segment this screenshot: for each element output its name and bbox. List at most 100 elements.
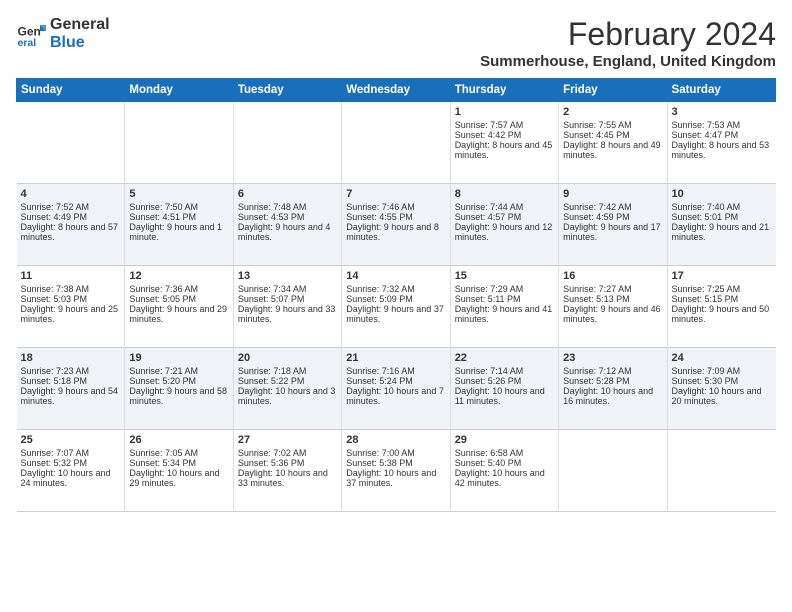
logo-line2: Blue [50,34,110,52]
calendar-cell: 3Sunrise: 7:53 AMSunset: 4:47 PMDaylight… [667,102,775,184]
daylight-text: Daylight: 9 hours and 54 minutes. [21,386,121,406]
sunrise-text: Sunrise: 7:40 AM [672,202,772,212]
day-number: 8 [455,188,554,200]
day-number: 16 [563,270,662,282]
sunrise-text: Sunrise: 7:14 AM [455,366,554,376]
day-number: 27 [238,434,337,446]
sunrise-text: Sunrise: 7:05 AM [129,448,228,458]
daylight-text: Daylight: 9 hours and 46 minutes. [563,304,662,324]
day-number: 11 [21,270,121,282]
day-number: 24 [672,352,772,364]
calendar-cell: 15Sunrise: 7:29 AMSunset: 5:11 PMDayligh… [450,266,558,348]
sunrise-text: Sunrise: 7:46 AM [346,202,445,212]
day-number: 18 [21,352,121,364]
day-number: 25 [21,434,121,446]
day-number: 13 [238,270,337,282]
sunset-text: Sunset: 4:53 PM [238,212,337,222]
day-number: 21 [346,352,445,364]
calendar-cell: 22Sunrise: 7:14 AMSunset: 5:26 PMDayligh… [450,348,558,430]
sunrise-text: Sunrise: 7:02 AM [238,448,337,458]
day-number: 5 [129,188,228,200]
daylight-text: Daylight: 8 hours and 53 minutes. [672,140,772,160]
calendar-cell [233,102,341,184]
calendar-cell: 13Sunrise: 7:34 AMSunset: 5:07 PMDayligh… [233,266,341,348]
calendar-cell: 2Sunrise: 7:55 AMSunset: 4:45 PMDaylight… [559,102,667,184]
sunrise-text: Sunrise: 7:07 AM [21,448,121,458]
calendar-cell: 8Sunrise: 7:44 AMSunset: 4:57 PMDaylight… [450,184,558,266]
sunset-text: Sunset: 4:47 PM [672,130,772,140]
sunset-text: Sunset: 5:28 PM [563,376,662,386]
calendar-cell: 4 Sunrise: 7:52 AMSunset: 4:49 PMDaylight… [17,184,125,266]
sunset-text: Sunset: 4:45 PM [563,130,662,140]
sunrise-text: Sunrise: 6:58 AM [455,448,554,458]
day-number: 23 [563,352,662,364]
daylight-text: Daylight: 9 hours and 58 minutes. [129,386,228,406]
daylight-text: Daylight: 9 hours and 29 minutes. [129,304,228,324]
sunset-text: Sunset: 5:18 PM [21,376,121,386]
sunrise-text: Sunrise: 7:00 AM [346,448,445,458]
sunset-text: Sunset: 5:13 PM [563,294,662,304]
calendar-cell: 18Sunrise: 7:23 AMSunset: 5:18 PMDayligh… [17,348,125,430]
sunset-text: Sunset: 4:59 PM [563,212,662,222]
daylight-text: Daylight: 9 hours and 25 minutes. [21,304,121,324]
daylight-text: Daylight: 10 hours and 29 minutes. [129,468,228,488]
calendar-cell: 20Sunrise: 7:18 AMSunset: 5:22 PMDayligh… [233,348,341,430]
daylight-text: Daylight: 10 hours and 20 minutes. [672,386,772,406]
sunset-text: Sunset: 4:55 PM [346,212,445,222]
sunset-text: Sunset: 5:03 PM [21,294,121,304]
calendar-cell: 21Sunrise: 7:16 AMSunset: 5:24 PMDayligh… [342,348,450,430]
main-title: February 2024 [480,16,776,53]
calendar-cell: 5Sunrise: 7:50 AMSunset: 4:51 PMDaylight… [125,184,233,266]
calendar-cell [17,102,125,184]
daylight-text: Daylight: 10 hours and 16 minutes. [563,386,662,406]
calendar-cell: 11Sunrise: 7:38 AMSunset: 5:03 PMDayligh… [17,266,125,348]
sunrise-text: Sunrise: 7:21 AM [129,366,228,376]
sunset-text: Sunset: 5:05 PM [129,294,228,304]
day-number: 6 [238,188,337,200]
daylight-text: Daylight: 8 hours and 45 minutes. [455,140,554,160]
sunrise-text: Sunrise: 7:53 AM [672,120,772,130]
calendar-cell: 1Sunrise: 7:57 AMSunset: 4:42 PMDaylight… [450,102,558,184]
day-number: 1 [455,106,554,118]
week-row-2: 4Sunrise: 7:52 AMSunset: 4:49 PMDaylight… [17,184,776,266]
sunrise-text: Sunrise: 7:52 AM [21,202,121,212]
sunset-text: Sunset: 5:26 PM [455,376,554,386]
daylight-text: Daylight: 9 hours and 8 minutes. [346,222,445,242]
sunset-text: Sunset: 5:38 PM [346,458,445,468]
day-number: 20 [238,352,337,364]
sunset-text: Sunset: 5:07 PM [238,294,337,304]
week-row-5: 25Sunrise: 7:07 AMSunset: 5:32 PMDayligh… [17,430,776,512]
daylight-text: Daylight: 8 hours and 57 minutes. [21,222,121,242]
calendar-cell: 16Sunrise: 7:27 AMSunset: 5:13 PMDayligh… [559,266,667,348]
svg-text:eral: eral [18,37,37,49]
column-header-tuesday: Tuesday [233,79,341,102]
calendar-cell: 9Sunrise: 7:42 AMSunset: 4:59 PMDaylight… [559,184,667,266]
day-number: 12 [129,270,228,282]
column-header-wednesday: Wednesday [342,79,450,102]
logo: Gen eral General Blue [16,16,110,52]
calendar-cell: 7 Sunrise: 7:46 AMSunset: 4:55 PMDaylight… [342,184,450,266]
daylight-text: Daylight: 9 hours and 37 minutes. [346,304,445,324]
daylight-text: Daylight: 9 hours and 41 minutes. [455,304,554,324]
column-header-sunday: Sunday [17,79,125,102]
daylight-text: Daylight: 9 hours and 4 minutes. [238,222,337,242]
daylight-text: Daylight: 10 hours and 3 minutes. [238,386,337,406]
sunset-text: Sunset: 4:42 PM [455,130,554,140]
day-number: 17 [672,270,772,282]
sunset-text: Sunset: 5:36 PM [238,458,337,468]
day-number: 10 [672,188,772,200]
sunset-text: Sunset: 5:11 PM [455,294,554,304]
daylight-text: Daylight: 10 hours and 37 minutes. [346,468,445,488]
day-number: 7 [346,188,445,200]
sunrise-text: Sunrise: 7:42 AM [563,202,662,212]
subtitle: Summerhouse, England, United Kingdom [480,53,776,70]
sunset-text: Sunset: 4:49 PM [21,212,121,222]
calendar-cell: 10Sunrise: 7:40 AMSunset: 5:01 PMDayligh… [667,184,775,266]
daylight-text: Daylight: 10 hours and 24 minutes. [21,468,121,488]
sunrise-text: Sunrise: 7:16 AM [346,366,445,376]
day-number: 4 [21,188,121,200]
daylight-text: Daylight: 9 hours and 12 minutes. [455,222,554,242]
week-row-3: 11Sunrise: 7:38 AMSunset: 5:03 PMDayligh… [17,266,776,348]
column-header-monday: Monday [125,79,233,102]
calendar-cell [342,102,450,184]
